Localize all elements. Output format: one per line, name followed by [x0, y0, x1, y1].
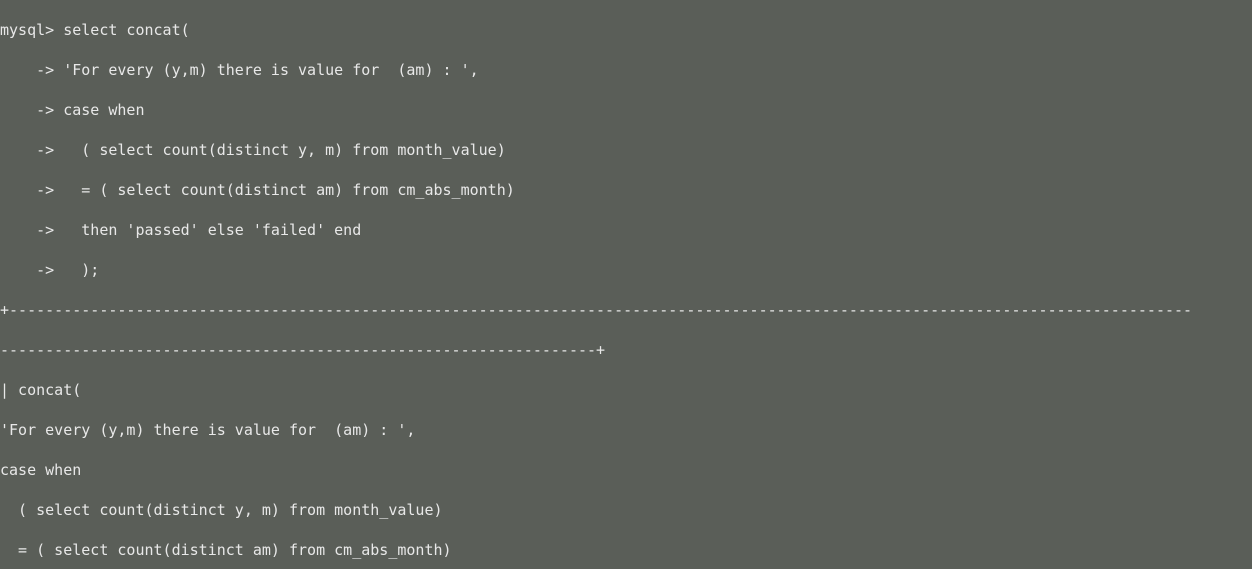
table-header: case when	[0, 460, 1252, 480]
continuation-line: -> 'For every (y,m) there is value for (…	[0, 60, 1252, 80]
terminal-window[interactable]: mysql> select concat( -> 'For every (y,m…	[0, 0, 1252, 569]
continuation-line: -> );	[0, 260, 1252, 280]
table-header: ( select count(distinct y, m) from month…	[0, 500, 1252, 520]
continuation-line: -> then 'passed' else 'failed' end	[0, 220, 1252, 240]
table-header: | concat(	[0, 380, 1252, 400]
continuation-line: -> = ( select count(distinct am) from cm…	[0, 180, 1252, 200]
table-border: ----------------------------------------…	[0, 340, 1252, 360]
table-header: 'For every (y,m) there is value for (am)…	[0, 420, 1252, 440]
continuation-line: -> ( select count(distinct y, m) from mo…	[0, 140, 1252, 160]
continuation-line: -> case when	[0, 100, 1252, 120]
table-header: = ( select count(distinct am) from cm_ab…	[0, 540, 1252, 560]
prompt-line: mysql> select concat(	[0, 20, 1252, 40]
table-border: +---------------------------------------…	[0, 300, 1252, 320]
